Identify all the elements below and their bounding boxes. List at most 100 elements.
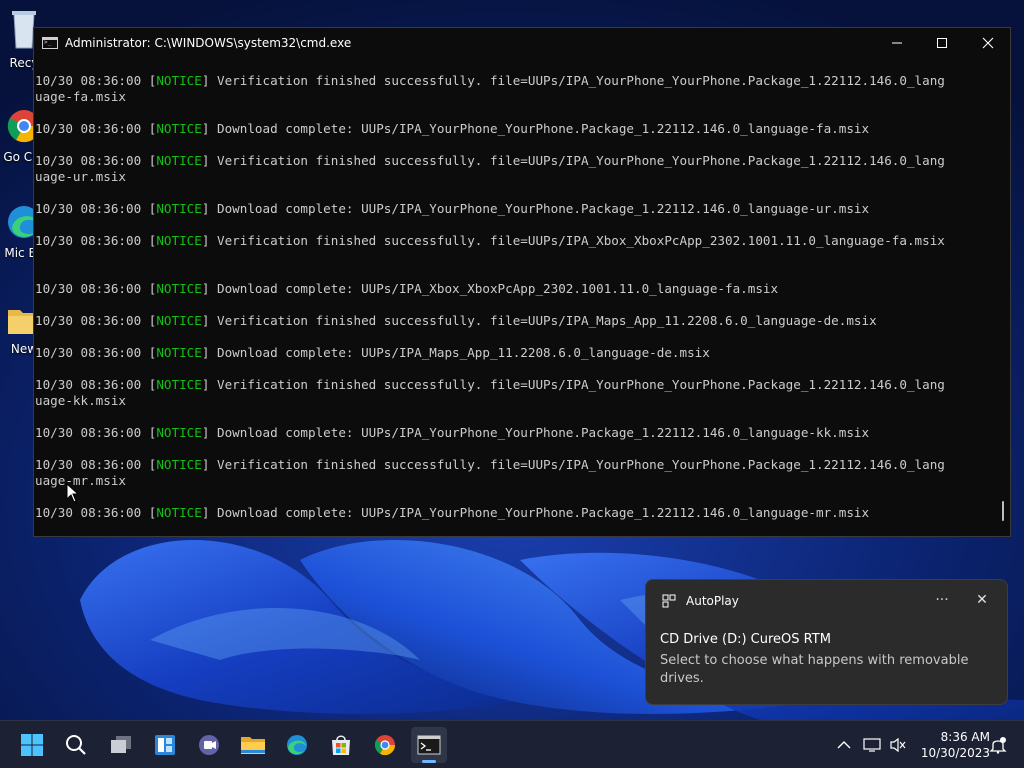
console-message: Download complete: UUPs/IPA_Xbox_XboxPcA… bbox=[209, 281, 779, 296]
console-line: 10/30 08:36:00 [NOTICE] Download complet… bbox=[35, 425, 1010, 441]
console-line: 10/30 08:36:00 [NOTICE] Verification fin… bbox=[35, 153, 1010, 169]
console-timestamp: 10/30 08:36:00 bbox=[35, 425, 149, 440]
console-timestamp: 10/30 08:36:00 bbox=[35, 313, 149, 328]
notifications-button[interactable] bbox=[986, 733, 1010, 757]
console-line: uage-mr.msix bbox=[35, 473, 1010, 489]
console-line: 10/30 08:36:00 [NOTICE] Verification fin… bbox=[35, 313, 1010, 329]
taskbar-start-button[interactable] bbox=[14, 727, 50, 763]
console-line: 10/30 08:36:00 [NOTICE] Download complet… bbox=[35, 345, 1010, 361]
autoplay-notification[interactable]: AutoPlay ··· ✕ CD Drive (D:) CureOS RTM … bbox=[645, 579, 1008, 705]
console-line: 10/30 08:36:00 [NOTICE] Verification fin… bbox=[35, 457, 1010, 473]
chevron-up-icon bbox=[837, 741, 851, 749]
console-message: uage-ur.msix bbox=[35, 169, 126, 184]
console-notice-tag: NOTICE bbox=[156, 377, 202, 392]
console-timestamp: 10/30 08:36:00 bbox=[35, 281, 149, 296]
console-notice-tag: NOTICE bbox=[156, 201, 202, 216]
show-hidden-icons-button[interactable] bbox=[832, 733, 856, 757]
console-message: Download complete: UUPs/IPA_YourPhone_Yo… bbox=[209, 425, 870, 440]
edge-icon bbox=[287, 735, 307, 755]
console-line: 10/30 08:36:00 [NOTICE] Verification fin… bbox=[35, 233, 1010, 249]
task-view-icon bbox=[111, 736, 131, 753]
taskbar-task-view-button[interactable] bbox=[103, 727, 139, 763]
network-status-button[interactable] bbox=[860, 733, 884, 757]
console-line: uage-ur.msix bbox=[35, 169, 1010, 185]
notification-bell-icon bbox=[989, 737, 1007, 754]
console-notice-tag: NOTICE bbox=[156, 505, 202, 520]
console-timestamp: 10/30 08:36:00 bbox=[35, 153, 149, 168]
console-line: uage-fa.msix bbox=[35, 89, 1010, 105]
scrollbar-thumb[interactable] bbox=[1002, 501, 1004, 521]
console-message: Download complete: UUPs/IPA_Maps_App_11.… bbox=[209, 345, 710, 360]
console-notice-tag: NOTICE bbox=[156, 457, 202, 472]
cmd-icon bbox=[42, 36, 58, 49]
console-message: uage-kk.msix bbox=[35, 393, 126, 408]
notification-close-button[interactable]: ✕ bbox=[972, 592, 992, 612]
console-notice-tag: NOTICE bbox=[156, 121, 202, 136]
console-line: uage-kk.msix bbox=[35, 393, 1010, 409]
taskbar-store-button[interactable] bbox=[323, 727, 359, 763]
notification-header: AutoPlay bbox=[662, 594, 739, 608]
close-button[interactable] bbox=[965, 28, 1011, 57]
maximize-icon bbox=[937, 37, 947, 48]
cmd-window[interactable]: Administrator: C:\WINDOWS\system32\cmd.e… bbox=[33, 27, 1011, 537]
console-timestamp: 10/30 08:36:00 bbox=[35, 233, 149, 248]
teams-chat-icon bbox=[199, 735, 219, 755]
active-app-indicator bbox=[422, 760, 436, 763]
windows-start-icon bbox=[21, 734, 43, 756]
clock-time: 8:36 AM bbox=[940, 730, 990, 744]
notification-more-button[interactable]: ··· bbox=[932, 592, 952, 612]
minimize-button[interactable] bbox=[874, 28, 920, 57]
console-notice-tag: NOTICE bbox=[156, 153, 202, 168]
console-output[interactable]: 10/30 08:36:00 [NOTICE] Verification fin… bbox=[34, 57, 1010, 536]
taskbar-terminal-button[interactable] bbox=[411, 727, 447, 763]
taskbar-widgets-button[interactable] bbox=[147, 727, 183, 763]
taskbar-edge-button[interactable] bbox=[279, 727, 315, 763]
minimize-icon bbox=[892, 42, 902, 43]
taskbar-chrome-button[interactable] bbox=[367, 727, 403, 763]
taskbar-chat-button[interactable] bbox=[191, 727, 227, 763]
taskbar-file-explorer-button[interactable] bbox=[235, 727, 271, 763]
file-explorer-icon bbox=[241, 737, 265, 754]
clock-date: 10/30/2023 bbox=[920, 746, 990, 760]
console-timestamp: 10/30 08:36:00 bbox=[35, 345, 149, 360]
console-notice-tag: NOTICE bbox=[156, 233, 202, 248]
console-message: Download complete: UUPs/IPA_YourPhone_Yo… bbox=[209, 505, 870, 520]
console-message: Verification finished successfully. file… bbox=[209, 73, 945, 88]
search-icon bbox=[66, 735, 86, 755]
window-title: Administrator: C:\WINDOWS\system32\cmd.e… bbox=[65, 35, 352, 50]
taskbar-clock[interactable]: 8:36 AM 10/30/2023 bbox=[914, 729, 990, 761]
console-timestamp: 10/30 08:36:00 bbox=[35, 505, 149, 520]
console-notice-tag: NOTICE bbox=[156, 281, 202, 296]
console-line: 10/30 08:36:00 [NOTICE] Verification fin… bbox=[35, 377, 1010, 393]
volume-button[interactable] bbox=[886, 733, 910, 757]
console-notice-tag: NOTICE bbox=[156, 313, 202, 328]
microsoft-store-icon bbox=[332, 735, 350, 755]
console-message: Verification finished successfully. file… bbox=[209, 153, 945, 168]
chrome-icon bbox=[374, 735, 396, 756]
maximize-button[interactable] bbox=[919, 28, 965, 57]
console-timestamp: 10/30 08:36:00 bbox=[35, 121, 149, 136]
widgets-icon bbox=[155, 735, 175, 755]
mouse-cursor-icon bbox=[66, 483, 80, 503]
taskbar: 8:36 AM 10/30/2023 bbox=[0, 720, 1024, 768]
console-message: Verification finished successfully. file… bbox=[209, 457, 945, 472]
console-message: Verification finished successfully. file… bbox=[209, 233, 945, 248]
autoplay-icon bbox=[662, 594, 676, 608]
console-message: uage-fa.msix bbox=[35, 89, 126, 104]
console-line: 10/30 08:36:00 [NOTICE] Download complet… bbox=[35, 121, 1010, 137]
window-titlebar[interactable]: Administrator: C:\WINDOWS\system32\cmd.e… bbox=[34, 28, 1010, 57]
console-timestamp: 10/30 08:36:00 bbox=[35, 201, 149, 216]
taskbar-search-button[interactable] bbox=[58, 727, 94, 763]
console-message: Download complete: UUPs/IPA_YourPhone_Yo… bbox=[209, 121, 870, 136]
console-notice-tag: NOTICE bbox=[156, 345, 202, 360]
terminal-icon bbox=[417, 735, 441, 755]
close-icon bbox=[982, 37, 994, 48]
console-line: 10/30 08:36:00 [NOTICE] Download complet… bbox=[35, 201, 1010, 217]
